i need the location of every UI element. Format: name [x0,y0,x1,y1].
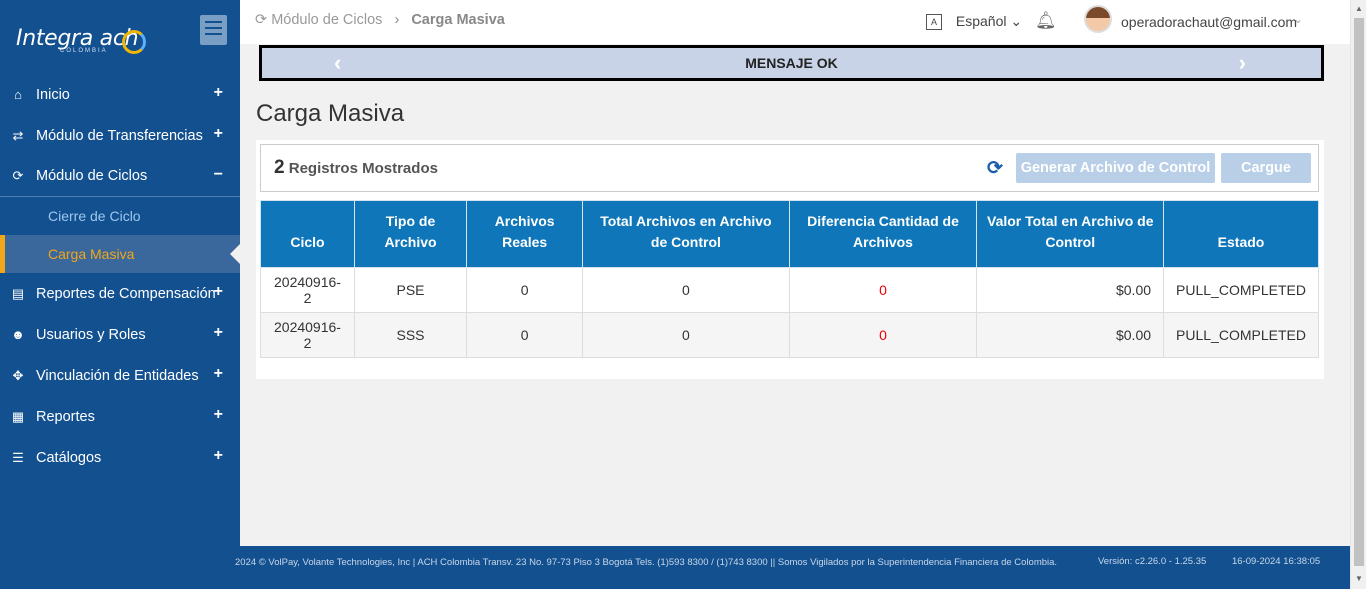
brand-sub: COLOMBIA [60,48,108,54]
bell-icon[interactable]: 🔔︎ [1035,11,1057,31]
avatar[interactable] [1084,5,1112,33]
sidebar-item-label: Reportes [36,408,95,425]
cell-diferencia: 0 [788,312,978,358]
file-icon: ▤ [11,285,25,301]
cell-diferencia: 0 [788,267,978,313]
scroll-up-icon[interactable]: ▲ [1355,4,1363,13]
load-button[interactable]: Cargue [1221,153,1311,183]
message-banner: ‹ MENSAJE OK › [259,45,1324,81]
records-count-label: Registros Mostrados [288,160,438,177]
cell-ciclo: 20240916-2 [260,312,355,358]
column-header[interactable]: Diferencia Cantidad de Archivos [788,200,978,268]
user-email[interactable]: operadorachaut@gmail.com [1121,14,1297,30]
page-title: Carga Masiva [256,100,405,127]
chevron-right-icon[interactable]: › [1239,48,1246,78]
sidebar-item-usuarios[interactable]: ☻ Usuarios y Roles + [0,314,240,355]
collapse-icon: − [213,166,223,183]
language-label: Español [955,13,1007,29]
expand-icon: + [213,324,223,341]
scroll-down-icon[interactable]: ▼ [1355,574,1363,583]
results-panel: 2 Registros Mostrados ⟳ Generar Archivo … [256,140,1324,379]
footer-text: 2024 © VolPay, Volante Technologies, Inc… [235,557,1058,568]
expand-icon: + [213,447,223,464]
chevron-down-icon: ⌄ [1010,13,1023,29]
exchange-icon: ⇄ [12,127,24,143]
chevron-right-icon: › [394,12,400,28]
sidebar-item-ciclos[interactable]: ⟳ Módulo de Ciclos − [0,156,240,197]
table-row[interactable]: 20240916-2 PSE 0 0 0 $0.00 PULL_COMPLETE… [260,267,1319,313]
footer-version: Versión: c2.26.0 - 1.25.35 [1098,556,1207,567]
cell-tipo: PSE [353,267,468,313]
list-icon: ☰ [12,449,24,465]
sidebar-subitem-carga-masiva[interactable]: Carga Masiva [0,235,240,273]
sidebar-subitem-cierre[interactable]: Cierre de Ciclo [0,197,240,235]
sidebar-item-transferencias[interactable]: ⇄ Módulo de Transferencias + [0,115,240,156]
sidebar-item-label: Inicio [36,86,70,103]
column-header[interactable]: Total Archivos en Archivo de Control [582,200,790,268]
vertical-scrollbar[interactable]: ▲ ▼ [1350,0,1366,589]
sidebar-item-label: Vinculación de Entidades [36,367,199,384]
sidebar: Integra ach COLOMBIA ⌂ Inicio + ⇄ Módulo… [0,0,240,589]
column-header[interactable]: Valor Total en Archivo de Control [976,200,1165,268]
cell-archivos-reales: 0 [466,267,584,313]
top-bar: ⟳ Módulo de Ciclos › Carga Masiva A Espa… [240,0,1350,44]
sidebar-item-label: Módulo de Ciclos [36,168,148,184]
cell-total-archivos: 0 [582,312,790,358]
sidebar-item-reportes-compensacion[interactable]: ▤ Reportes de Compensación + [0,273,240,314]
sidebar-item-label: Reportes de Compensación [36,285,216,302]
expand-icon: + [213,283,223,300]
users-icon: ☻ [11,327,25,342]
expand-icon: + [213,125,223,142]
breadcrumb: ⟳ Módulo de Ciclos › Carga Masiva [255,12,505,28]
refresh-icon[interactable]: ⟳ [987,157,1003,180]
refresh-icon: ⟳ [12,168,24,183]
expand-icon: + [213,84,223,101]
records-count: 2 Registros Mostrados [274,157,438,179]
breadcrumb-parent[interactable]: Módulo de Ciclos [271,12,382,28]
sidebar-item-label: Catálogos [36,449,102,466]
cell-estado: PULL_COMPLETED [1163,267,1319,313]
sidebar-nav: ⌂ Inicio + ⇄ Módulo de Transferencias + … [0,74,240,478]
column-header[interactable]: Estado [1163,200,1319,268]
crosshair-icon: ✥ [12,367,24,383]
cell-total-archivos: 0 [582,267,790,313]
banner-message: MENSAJE OK [745,55,838,71]
cell-archivos-reales: 0 [466,312,584,358]
sidebar-item-catalogos[interactable]: ☰ Catálogos + [0,437,240,478]
translate-icon: A [926,14,942,31]
sidebar-item-label: Módulo de Transferencias [36,127,203,144]
home-icon: ⌂ [14,87,22,102]
sidebar-item-vinculacion[interactable]: ✥ Vinculación de Entidades + [0,355,240,396]
cell-estado: PULL_COMPLETED [1163,312,1319,358]
footer: 2024 © VolPay, Volante Technologies, Inc… [230,546,1350,589]
report-icon: ▦ [11,408,25,424]
scrollbar-thumb[interactable] [1354,18,1364,566]
cell-tipo: SSS [353,312,468,358]
table-row[interactable]: 20240916-2 SSS 0 0 0 $0.00 PULL_COMPLETE… [260,312,1319,358]
sidebar-item-label: Usuarios y Roles [36,326,146,343]
panel-header: 2 Registros Mostrados ⟳ Generar Archivo … [260,144,1319,192]
footer-datetime: 16-09-2024 16:38:05 [1232,556,1321,567]
refresh-icon: ⟳ [255,12,268,28]
column-header[interactable]: Ciclo [260,200,355,268]
chevron-down-icon[interactable]: ⌄ [1293,12,1303,26]
expand-icon: + [213,365,223,382]
cell-ciclo: 20240916-2 [260,267,355,313]
records-count-value: 2 [274,157,285,178]
language-selector[interactable]: A Español ⌄ [926,13,1023,31]
results-table: Ciclo Tipo de Archivo Archivos Reales To… [260,200,1319,358]
breadcrumb-current: Carga Masiva [411,12,505,28]
column-header[interactable]: Archivos Reales [466,200,584,268]
menu-toggle-button[interactable] [200,15,227,45]
logo-ring-icon [122,30,146,54]
column-header[interactable]: Tipo de Archivo [353,200,468,268]
table-header-row: Ciclo Tipo de Archivo Archivos Reales To… [260,200,1319,268]
generate-control-file-button[interactable]: Generar Archivo de Control [1016,153,1215,183]
chevron-left-icon[interactable]: ‹ [334,48,341,78]
cell-valor-total: $0.00 [976,312,1165,358]
cell-valor-total: $0.00 [976,267,1165,313]
sidebar-item-inicio[interactable]: ⌂ Inicio + [0,74,240,115]
sidebar-item-reportes[interactable]: ▦ Reportes + [0,396,240,437]
expand-icon: + [213,406,223,423]
